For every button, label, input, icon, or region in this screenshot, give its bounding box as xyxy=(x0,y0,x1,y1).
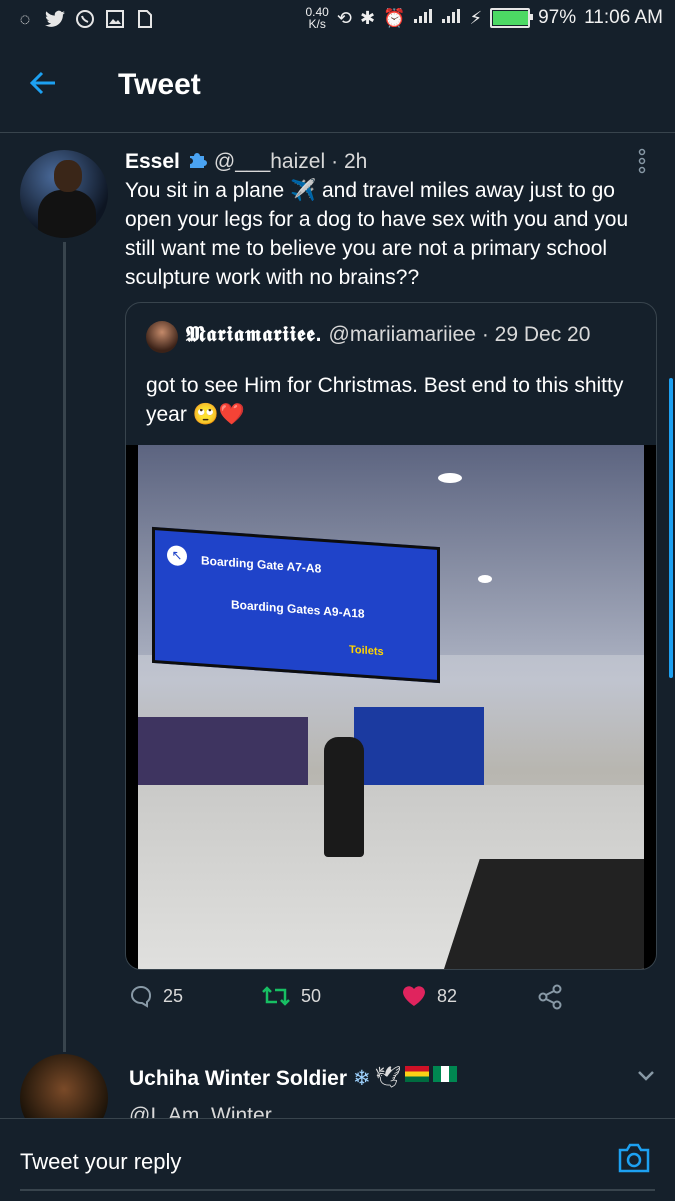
avatar[interactable] xyxy=(20,150,108,238)
person-figure xyxy=(324,737,364,857)
tweet-time: · 2h xyxy=(331,150,368,173)
heart-icon xyxy=(403,986,425,1006)
ghana-flag-icon xyxy=(405,1066,430,1082)
snowflake-icon: ❄ xyxy=(353,1067,371,1090)
quote-header: 𝕸𝖆𝖗𝖎𝖆𝖒𝖆𝖗𝖎𝖎𝖊𝖊. @mariiamariiee · 29 Dec 20 xyxy=(186,323,590,347)
thread-line xyxy=(63,242,66,1052)
author-name[interactable]: Essel xyxy=(125,150,180,174)
alarm-icon: ⏰ xyxy=(383,7,406,28)
reply-count: 25 xyxy=(163,985,184,1006)
status-notifications: ◌ xyxy=(14,8,156,30)
gallery-icon xyxy=(104,8,126,30)
status-bar: ◌ 0.40 K/s ⟲ ✱ ⏰ ⚡ 97% 11:06 AM xyxy=(0,0,675,40)
battery-icon xyxy=(490,8,534,28)
name-emojis: ❄ 🕊 xyxy=(353,1066,458,1091)
dove-icon: 🕊 xyxy=(374,1066,402,1089)
quote-author-name: 𝕸𝖆𝖗𝖎𝖆𝖒𝖆𝖗𝖎𝖎𝖊𝖊. xyxy=(186,323,323,346)
reply-tweet-header: Uchiha Winter Soldier ❄ 🕊 xyxy=(129,1066,458,1091)
retweet-icon xyxy=(262,986,290,1006)
reply-author-name[interactable]: Uchiha Winter Soldier xyxy=(129,1067,347,1091)
like-button[interactable]: 82 xyxy=(401,984,457,1008)
tweet-text: You sit in a plane ✈️ and travel miles a… xyxy=(125,179,629,289)
airport-sign: ↖ Boarding Gate A7-A8 Boarding Gates A9-… xyxy=(152,526,440,684)
like-count: 82 xyxy=(437,985,458,1006)
nigeria-flag-icon xyxy=(433,1066,458,1082)
puzzle-icon xyxy=(186,148,208,176)
bluetooth-icon: ✱ xyxy=(359,7,376,28)
quote-time: · 29 Dec 20 xyxy=(481,323,591,346)
quoted-tweet[interactable]: 𝕸𝖆𝖗𝖎𝖆𝖒𝖆𝖗𝖎𝖎𝖊𝖊. @mariiamariiee · 29 Dec 20… xyxy=(125,302,657,970)
net-speed-unit: K/s xyxy=(308,17,326,31)
tweet-header: Essel @___haizel · 2h xyxy=(125,148,367,176)
reply-button[interactable]: 25 xyxy=(129,984,183,1008)
signal-icon xyxy=(413,8,433,29)
retweet-count: 50 xyxy=(301,985,322,1006)
quote-text: got to see Him for Christmas. Best end t… xyxy=(146,374,624,426)
sign-line-3: Toilets xyxy=(349,643,384,659)
sign-line-1: Boarding Gate A7-A8 xyxy=(201,553,322,576)
video-frame: ↖ Boarding Gate A7-A8 Boarding Gates A9-… xyxy=(138,445,644,969)
data-icon xyxy=(441,8,461,29)
scrollbar[interactable] xyxy=(669,378,673,678)
reply-input[interactable]: Tweet your reply xyxy=(20,1149,181,1175)
rotate-icon: ⟲ xyxy=(336,7,352,28)
tweet-actions: 25 50 82 xyxy=(125,984,655,1020)
status-system: 0.40 K/s ⟲ ✱ ⏰ ⚡ 97% 11:06 AM xyxy=(305,6,663,30)
whatsapp-icon xyxy=(74,8,96,30)
video-player[interactable]: ↖ Boarding Gate A7-A8 Boarding Gates A9-… xyxy=(126,445,656,969)
sign-line-2: Boarding Gates A9-A18 xyxy=(231,597,365,621)
sim-icon xyxy=(134,8,156,30)
more-vertical-icon xyxy=(638,148,646,174)
more-options-button[interactable] xyxy=(632,148,652,174)
clock: 11:06 AM xyxy=(584,7,663,28)
chevron-down-icon[interactable] xyxy=(636,1066,656,1089)
author-handle[interactable]: @___haizel xyxy=(214,150,325,174)
battery-percent: 97% xyxy=(538,7,577,28)
quote-avatar xyxy=(146,321,178,353)
arrow-left-icon xyxy=(29,71,55,95)
back-button[interactable] xyxy=(28,68,64,104)
app-header: Tweet xyxy=(0,40,675,133)
loading-icon: ◌ xyxy=(19,8,31,29)
twitter-icon xyxy=(44,8,66,30)
charging-icon: ⚡ xyxy=(469,7,483,28)
reply-bar: Tweet your reply xyxy=(0,1118,675,1201)
quote-author-handle: @mariiamariiee xyxy=(328,323,476,346)
retweet-button[interactable]: 50 xyxy=(261,984,321,1008)
camera-button[interactable] xyxy=(616,1141,652,1177)
camera-icon xyxy=(618,1143,650,1173)
share-icon xyxy=(538,984,562,1010)
net-speed: 0.40 K/s xyxy=(305,6,328,30)
reply-author-handle: @I_Am_Winter xyxy=(129,1104,272,1118)
page-title: Tweet xyxy=(118,68,201,101)
divider xyxy=(20,1189,655,1191)
reply-icon xyxy=(131,985,152,1008)
share-button[interactable] xyxy=(537,984,563,1010)
